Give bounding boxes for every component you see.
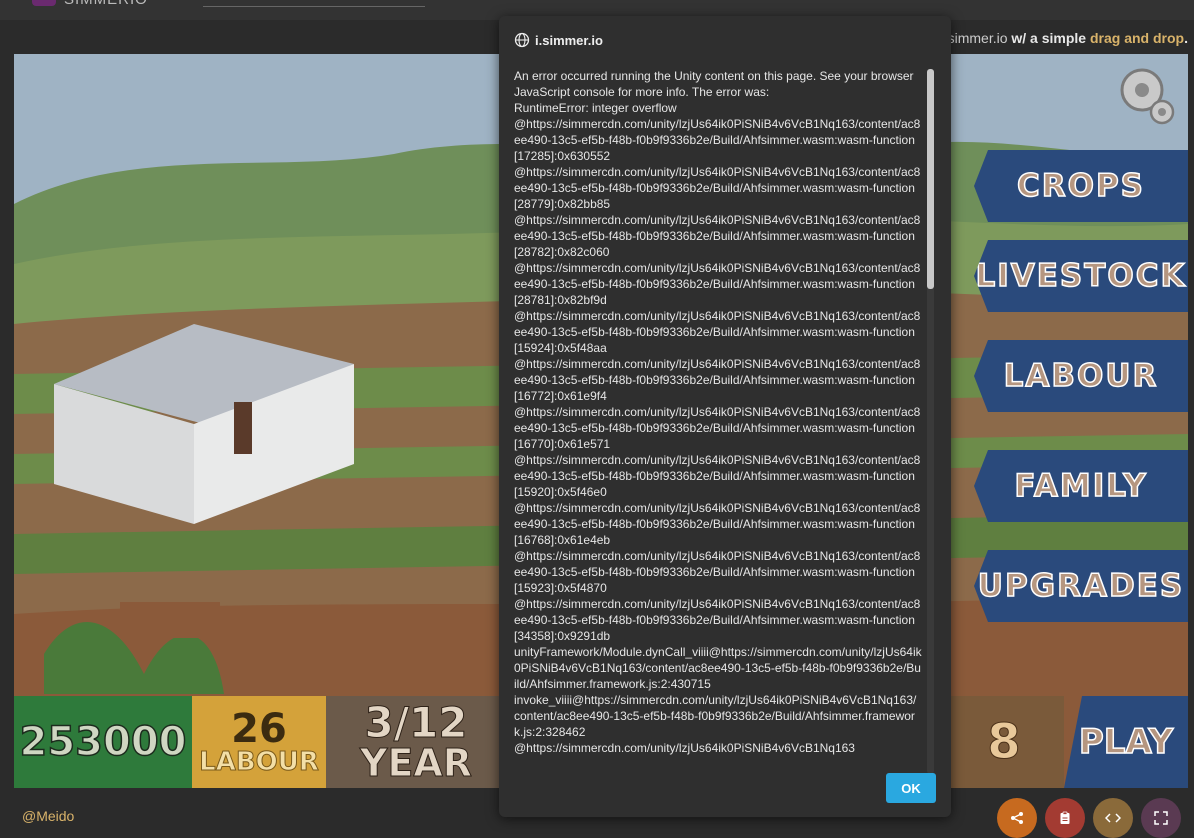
crops-button[interactable]: CROPS xyxy=(974,150,1188,222)
labour-button[interactable]: LABOUR xyxy=(974,340,1188,412)
tagline-highlight[interactable]: drag and drop xyxy=(1090,30,1184,46)
livestock-count: 8 xyxy=(987,714,1021,770)
tagline: simmer.io w/ a simple drag and drop. xyxy=(948,30,1188,46)
fullscreen-button[interactable] xyxy=(1141,798,1181,838)
date-value: 3/12 xyxy=(364,698,468,747)
money-value: 253000 xyxy=(19,719,188,765)
error-message-area[interactable]: An error occurred running the Unity cont… xyxy=(514,68,934,773)
labour-count: 26 xyxy=(231,706,287,752)
livestock-button[interactable]: LIVESTOCK xyxy=(974,240,1188,312)
date-display: 3/12 YEAR xyxy=(326,696,506,788)
ok-button[interactable]: OK xyxy=(886,773,936,803)
error-message: An error occurred running the Unity cont… xyxy=(514,69,922,755)
error-dialog: i.simmer.io An error occurred running th… xyxy=(499,16,951,817)
globe-icon xyxy=(514,32,530,48)
share-icon xyxy=(1011,812,1023,824)
tagline-middle: w/ a simple xyxy=(1007,30,1090,46)
play-button[interactable]: PLAY xyxy=(1064,696,1188,788)
author-link[interactable]: @Meido xyxy=(22,808,74,824)
search-input[interactable] xyxy=(203,6,425,7)
dialog-header: i.simmer.io xyxy=(514,32,603,48)
site-logo-text[interactable]: SIMMERIO xyxy=(64,0,148,8)
tagline-domain: simmer.io xyxy=(947,30,1008,46)
share-button[interactable] xyxy=(997,798,1037,838)
family-button[interactable]: FAMILY xyxy=(974,450,1188,522)
labour-counter: 26 LABOUR xyxy=(192,696,326,788)
year-label: YEAR xyxy=(359,741,473,785)
fullscreen-icon xyxy=(1154,811,1168,825)
scrollbar-thumb[interactable] xyxy=(927,69,934,289)
labour-label: LABOUR xyxy=(199,747,320,777)
simmer-logo-icon[interactable] xyxy=(32,0,56,6)
code-icon xyxy=(1105,813,1121,823)
gear-icon[interactable] xyxy=(1110,60,1180,130)
tagline-end: . xyxy=(1184,30,1188,46)
livestock-counter: 8 xyxy=(944,696,1064,788)
clipboard-icon xyxy=(1060,811,1070,824)
dialog-title: i.simmer.io xyxy=(535,32,603,48)
money-counter: 253000 xyxy=(14,696,192,788)
clipboard-button[interactable] xyxy=(1045,798,1085,838)
upgrades-button[interactable]: UPGRADES xyxy=(974,550,1188,622)
embed-code-button[interactable] xyxy=(1093,798,1133,838)
dialog-scrollbar[interactable] xyxy=(927,69,934,774)
